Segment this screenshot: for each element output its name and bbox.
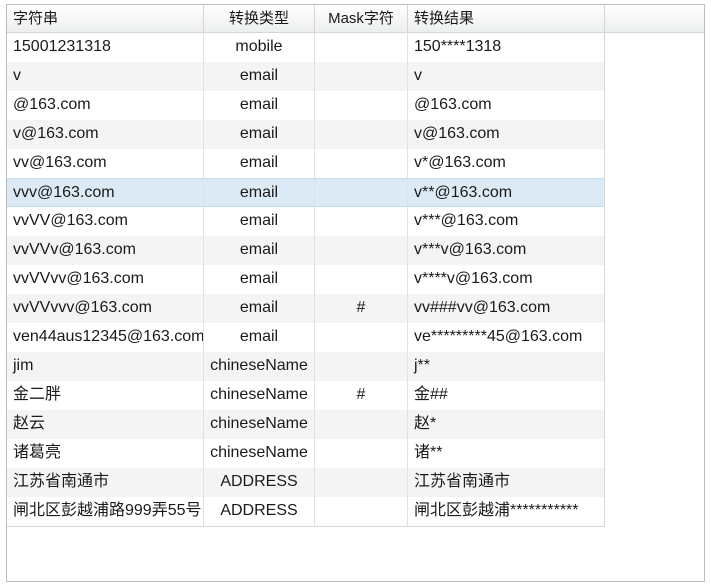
- cell-string[interactable]: vvv@163.com: [7, 179, 204, 206]
- cell-mask[interactable]: [315, 468, 408, 497]
- cell-mask[interactable]: [315, 179, 408, 206]
- cell-mask[interactable]: [315, 62, 408, 91]
- cell-type[interactable]: email: [204, 149, 315, 178]
- cell-result[interactable]: 赵*: [408, 410, 605, 439]
- cell-mask[interactable]: [315, 149, 408, 178]
- table-row[interactable]: 金二胖 chineseName # 金##: [7, 381, 605, 410]
- cell-result[interactable]: v**@163.com: [408, 179, 605, 206]
- cell-result[interactable]: 诸**: [408, 439, 605, 468]
- cell-mask[interactable]: [315, 439, 408, 468]
- cell-string[interactable]: vv@163.com: [7, 149, 204, 178]
- cell-result[interactable]: 150****1318: [408, 33, 605, 62]
- cell-type[interactable]: ADDRESS: [204, 497, 315, 526]
- grid-header: 字符串 转换类型 Mask字符 转换结果: [7, 5, 704, 33]
- cell-string[interactable]: jim: [7, 352, 204, 381]
- cell-string[interactable]: v: [7, 62, 204, 91]
- cell-mask[interactable]: [315, 410, 408, 439]
- cell-type[interactable]: email: [204, 179, 315, 206]
- cell-result[interactable]: 闸北区彭越浦***********: [408, 497, 605, 526]
- cell-type[interactable]: email: [204, 120, 315, 149]
- column-header-filler: [605, 5, 704, 33]
- cell-type[interactable]: email: [204, 265, 315, 294]
- cell-type[interactable]: email: [204, 294, 315, 323]
- cell-result[interactable]: v***@163.com: [408, 207, 605, 236]
- cell-type[interactable]: email: [204, 62, 315, 91]
- cell-string[interactable]: 诸葛亮: [7, 439, 204, 468]
- cell-string[interactable]: 闸北区彭越浦路999弄55号: [7, 497, 204, 526]
- cell-mask[interactable]: [315, 352, 408, 381]
- table-row[interactable]: v email v: [7, 62, 605, 91]
- table-row[interactable]: 15001231318 mobile 150****1318: [7, 33, 605, 62]
- table-row[interactable]: vvv@163.com email v**@163.com: [7, 178, 605, 207]
- cell-result[interactable]: 江苏省南通市: [408, 468, 605, 497]
- cell-type[interactable]: email: [204, 236, 315, 265]
- cell-result[interactable]: v@163.com: [408, 120, 605, 149]
- cell-type[interactable]: chineseName: [204, 439, 315, 468]
- table-row[interactable]: @163.com email @163.com: [7, 91, 605, 120]
- column-header-result[interactable]: 转换结果: [408, 5, 605, 33]
- cell-result[interactable]: v****v@163.com: [408, 265, 605, 294]
- grid-body: 15001231318 mobile 150****1318 v email v @163.…: [7, 33, 704, 526]
- grid-body-border: [7, 526, 605, 527]
- cell-mask[interactable]: [315, 33, 408, 62]
- cell-string[interactable]: 江苏省南通市: [7, 468, 204, 497]
- cell-type[interactable]: email: [204, 91, 315, 120]
- table-row[interactable]: jim chineseName j**: [7, 352, 605, 381]
- cell-mask[interactable]: #: [315, 381, 408, 410]
- table-row[interactable]: 赵云 chineseName 赵*: [7, 410, 605, 439]
- table-row[interactable]: vvVVv@163.com email v***v@163.com: [7, 236, 605, 265]
- cell-mask[interactable]: [315, 265, 408, 294]
- cell-type[interactable]: chineseName: [204, 352, 315, 381]
- table-row[interactable]: v@163.com email v@163.com: [7, 120, 605, 149]
- column-header-type[interactable]: 转换类型: [204, 5, 315, 33]
- cell-string[interactable]: vvVVvv@163.com: [7, 265, 204, 294]
- table-row[interactable]: vvVV@163.com email v***@163.com: [7, 207, 605, 236]
- cell-type[interactable]: mobile: [204, 33, 315, 62]
- cell-type[interactable]: ADDRESS: [204, 468, 315, 497]
- cell-string[interactable]: ven44aus12345@163.com: [7, 323, 204, 352]
- cell-mask[interactable]: #: [315, 294, 408, 323]
- cell-string[interactable]: 15001231318: [7, 33, 204, 62]
- cell-string[interactable]: v@163.com: [7, 120, 204, 149]
- cell-type[interactable]: chineseName: [204, 381, 315, 410]
- cell-result[interactable]: v*@163.com: [408, 149, 605, 178]
- cell-mask[interactable]: [315, 120, 408, 149]
- cell-result[interactable]: @163.com: [408, 91, 605, 120]
- cell-string[interactable]: vvVV@163.com: [7, 207, 204, 236]
- cell-mask[interactable]: [315, 207, 408, 236]
- cell-mask[interactable]: [315, 236, 408, 265]
- cell-result[interactable]: ve*********45@163.com: [408, 323, 605, 352]
- cell-result[interactable]: vv###vv@163.com: [408, 294, 605, 323]
- table-row[interactable]: 闸北区彭越浦路999弄55号 ADDRESS 闸北区彭越浦***********: [7, 497, 605, 526]
- cell-mask[interactable]: [315, 497, 408, 526]
- cell-result[interactable]: j**: [408, 352, 605, 381]
- cell-mask[interactable]: [315, 323, 408, 352]
- column-header-mask[interactable]: Mask字符: [315, 5, 408, 33]
- table-row[interactable]: vvVVvv@163.com email v****v@163.com: [7, 265, 605, 294]
- cell-type[interactable]: email: [204, 207, 315, 236]
- cell-string[interactable]: 金二胖: [7, 381, 204, 410]
- cell-mask[interactable]: [315, 91, 408, 120]
- data-grid: 字符串 转换类型 Mask字符 转换结果 15001231318 mobile 15…: [6, 4, 705, 582]
- table-row[interactable]: vvVVvvv@163.com email # vv###vv@163.com: [7, 294, 605, 323]
- cell-type[interactable]: email: [204, 323, 315, 352]
- cell-string[interactable]: vvVVvvv@163.com: [7, 294, 204, 323]
- table-row[interactable]: ven44aus12345@163.com email ve*********45@…: [7, 323, 605, 352]
- column-header-string[interactable]: 字符串: [7, 5, 204, 33]
- cell-result[interactable]: v***v@163.com: [408, 236, 605, 265]
- cell-string[interactable]: vvVVv@163.com: [7, 236, 204, 265]
- cell-type[interactable]: chineseName: [204, 410, 315, 439]
- cell-result[interactable]: 金##: [408, 381, 605, 410]
- cell-result[interactable]: v: [408, 62, 605, 91]
- cell-string[interactable]: @163.com: [7, 91, 204, 120]
- table-row[interactable]: 江苏省南通市 ADDRESS 江苏省南通市: [7, 468, 605, 497]
- cell-string[interactable]: 赵云: [7, 410, 204, 439]
- table-row[interactable]: vv@163.com email v*@163.com: [7, 149, 605, 178]
- table-row[interactable]: 诸葛亮 chineseName 诸**: [7, 439, 605, 468]
